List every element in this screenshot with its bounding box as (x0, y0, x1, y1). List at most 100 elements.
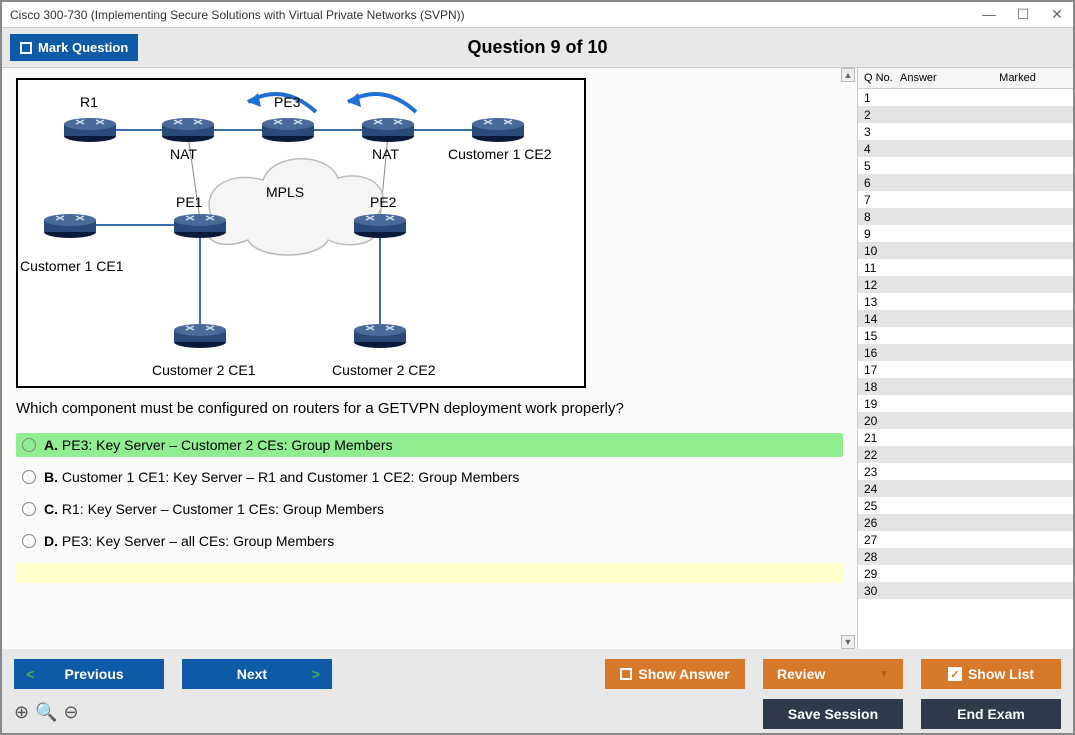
question-row[interactable]: 14 (858, 310, 1073, 327)
question-row[interactable]: 7 (858, 191, 1073, 208)
question-number: 13 (864, 295, 900, 309)
chevron-left-icon: < (22, 666, 38, 682)
question-number: 28 (864, 550, 900, 564)
label-r1: R1 (80, 94, 98, 110)
router-cust1ce2-icon (470, 116, 526, 140)
option-letter: D. (44, 533, 58, 549)
question-row[interactable]: 26 (858, 514, 1073, 531)
mark-question-label: Mark Question (38, 40, 128, 55)
show-list-button[interactable]: ✓ Show List (921, 659, 1061, 689)
previous-button[interactable]: <Previous (14, 659, 164, 689)
question-row[interactable]: 2 (858, 106, 1073, 123)
zoom-in-icon[interactable]: 🔍 (35, 702, 57, 723)
router-cust2ce2-icon (352, 322, 408, 346)
question-row[interactable]: 17 (858, 361, 1073, 378)
scroll-up-icon[interactable]: ▲ (841, 68, 855, 82)
answer-highlight-bar (16, 563, 843, 583)
zoom-reset-icon[interactable]: ⊕ (14, 702, 29, 723)
question-row[interactable]: 16 (858, 344, 1073, 361)
question-number: 25 (864, 499, 900, 513)
option-d[interactable]: D. PE3: Key Server – all CEs: Group Memb… (16, 529, 843, 553)
mark-question-button[interactable]: Mark Question (10, 34, 138, 61)
option-text: R1: Key Server – Customer 1 CEs: Group M… (62, 501, 384, 517)
question-list[interactable]: 1234567891011121314151617181920212223242… (858, 89, 1073, 649)
option-letter: B. (44, 469, 58, 485)
save-session-button[interactable]: Save Session (763, 699, 903, 729)
option-text: PE3: Key Server – all CEs: Group Members (62, 533, 334, 549)
question-number: 18 (864, 380, 900, 394)
question-number: 9 (864, 227, 900, 241)
review-button[interactable]: Review▼ (763, 659, 903, 689)
question-row[interactable]: 28 (858, 548, 1073, 565)
scroll-down-icon[interactable]: ▼ (841, 635, 855, 649)
check-icon: ✓ (948, 667, 962, 681)
question-number: 21 (864, 431, 900, 445)
option-c[interactable]: C. R1: Key Server – Customer 1 CEs: Grou… (16, 497, 843, 521)
question-row[interactable]: 29 (858, 565, 1073, 582)
close-icon[interactable]: ✕ (1049, 6, 1065, 23)
radio-icon (22, 438, 36, 452)
question-row[interactable]: 6 (858, 174, 1073, 191)
main-pane: ▲ (2, 67, 858, 649)
option-a[interactable]: A. PE3: Key Server – Customer 2 CEs: Gro… (16, 433, 843, 457)
question-row[interactable]: 8 (858, 208, 1073, 225)
option-letter: A. (44, 437, 58, 453)
question-number: 29 (864, 567, 900, 581)
question-row[interactable]: 11 (858, 259, 1073, 276)
next-button[interactable]: Next> (182, 659, 332, 689)
show-answer-button[interactable]: Show Answer (605, 659, 745, 689)
question-row[interactable]: 18 (858, 378, 1073, 395)
zoom-out-icon[interactable]: ⊖ (64, 702, 79, 723)
next-label: Next (196, 666, 308, 682)
question-number: 12 (864, 278, 900, 292)
question-number: 11 (864, 261, 900, 275)
question-number: 10 (864, 244, 900, 258)
question-row[interactable]: 27 (858, 531, 1073, 548)
minimize-icon[interactable]: — (981, 6, 997, 23)
maximize-icon[interactable]: ☐ (1015, 6, 1031, 23)
question-row[interactable]: 30 (858, 582, 1073, 599)
question-row[interactable]: 21 (858, 429, 1073, 446)
question-number: 2 (864, 108, 900, 122)
question-row[interactable]: 13 (858, 293, 1073, 310)
show-list-label: Show List (968, 666, 1034, 682)
question-row[interactable]: 10 (858, 242, 1073, 259)
question-row[interactable]: 19 (858, 395, 1073, 412)
question-row[interactable]: 5 (858, 157, 1073, 174)
question-row[interactable]: 3 (858, 123, 1073, 140)
header-bar: Mark Question Question 9 of 10 (2, 27, 1073, 67)
main-scroll-area[interactable]: ▲ (2, 67, 858, 649)
question-row[interactable]: 12 (858, 276, 1073, 293)
option-b[interactable]: B. Customer 1 CE1: Key Server – R1 and C… (16, 465, 843, 489)
router-cust1ce1-icon (42, 212, 98, 236)
question-number: 8 (864, 210, 900, 224)
question-row[interactable]: 23 (858, 463, 1073, 480)
title-bar: Cisco 300-730 (Implementing Secure Solut… (2, 2, 1073, 27)
question-row[interactable]: 1 (858, 89, 1073, 106)
label-pe2: PE2 (370, 194, 396, 210)
question-row[interactable]: 20 (858, 412, 1073, 429)
question-row[interactable]: 9 (858, 225, 1073, 242)
options-list: A. PE3: Key Server – Customer 2 CEs: Gro… (16, 433, 843, 553)
option-text: Customer 1 CE1: Key Server – R1 and Cust… (62, 469, 520, 485)
question-number: 1 (864, 91, 900, 105)
question-number: 20 (864, 414, 900, 428)
question-row[interactable]: 15 (858, 327, 1073, 344)
question-number: 27 (864, 533, 900, 547)
question-number: 4 (864, 142, 900, 156)
col-marked: Marked (968, 72, 1067, 84)
option-text: PE3: Key Server – Customer 2 CEs: Group … (62, 437, 393, 453)
label-pe3: PE3 (274, 94, 300, 110)
question-number: 5 (864, 159, 900, 173)
end-exam-button[interactable]: End Exam (921, 699, 1061, 729)
question-row[interactable]: 22 (858, 446, 1073, 463)
router-pe1-icon (172, 212, 228, 236)
question-row[interactable]: 25 (858, 497, 1073, 514)
question-number: 14 (864, 312, 900, 326)
question-row[interactable]: 4 (858, 140, 1073, 157)
question-number: 22 (864, 448, 900, 462)
question-row[interactable]: 24 (858, 480, 1073, 497)
router-nat1-icon (160, 116, 216, 140)
save-session-label: Save Session (788, 706, 878, 722)
router-nat2-icon (360, 116, 416, 140)
